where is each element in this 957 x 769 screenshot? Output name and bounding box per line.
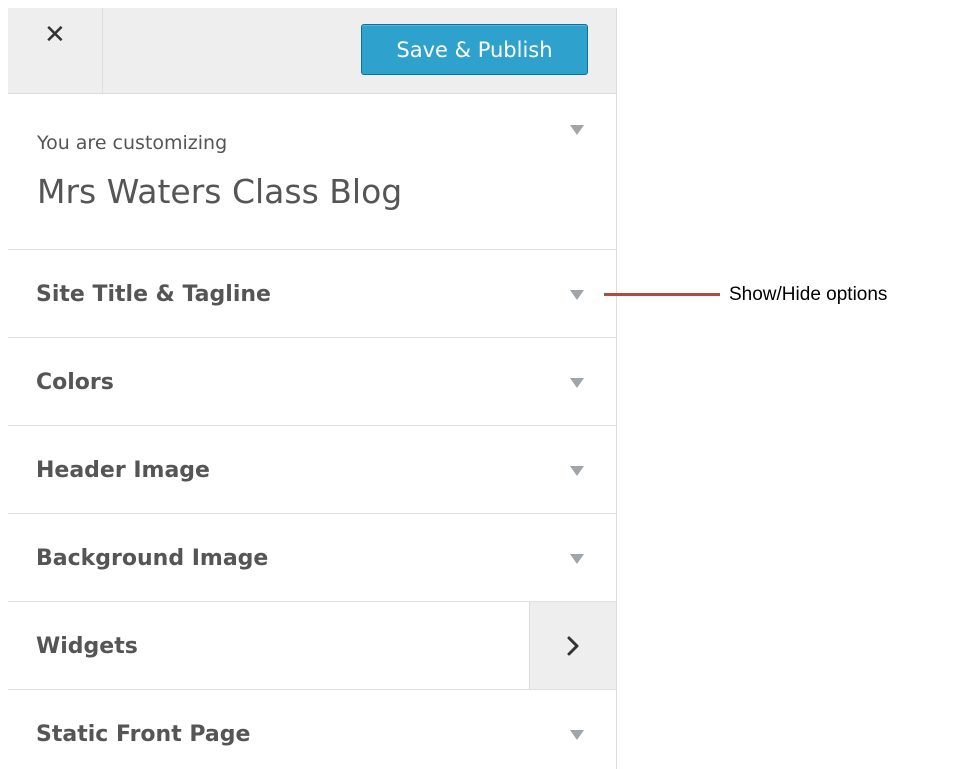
section-header-image[interactable]: Header Image: [8, 426, 616, 514]
customizer-header: ✕ Save & Publish: [8, 8, 616, 94]
down-arrow-icon: [570, 466, 584, 476]
down-arrow-icon: [570, 554, 584, 564]
close-button[interactable]: ✕: [8, 8, 103, 93]
section-label: Static Front Page: [36, 721, 251, 747]
annotation-text: Show/Hide options: [729, 284, 888, 305]
down-arrow-icon: [570, 378, 584, 388]
section-label: Widgets: [36, 633, 138, 659]
customizer-panel: ✕ Save & Publish You are customizing Mrs…: [8, 8, 617, 769]
save-publish-button[interactable]: Save & Publish: [361, 24, 588, 75]
section-colors[interactable]: Colors: [8, 338, 616, 426]
section-label: Header Image: [36, 457, 210, 483]
callout-line: [604, 293, 720, 296]
customizing-label: You are customizing: [37, 132, 228, 154]
section-widgets[interactable]: Widgets: [8, 602, 616, 690]
chevron-right-icon: [567, 636, 579, 655]
section-label: Colors: [36, 369, 114, 395]
down-arrow-icon: [570, 290, 584, 300]
widgets-open-button[interactable]: [529, 602, 616, 689]
customizing-info: You are customizing Mrs Waters Class Blo…: [8, 94, 616, 250]
down-arrow-icon: [570, 730, 584, 740]
section-label: Site Title & Tagline: [36, 281, 271, 307]
section-label: Background Image: [36, 545, 269, 571]
section-site-title-tagline[interactable]: Site Title & Tagline: [8, 250, 616, 338]
info-toggle-arrow-icon[interactable]: [570, 125, 584, 135]
site-name: Mrs Waters Class Blog: [37, 172, 403, 211]
section-static-front-page[interactable]: Static Front Page: [8, 690, 616, 769]
section-background-image[interactable]: Background Image: [8, 514, 616, 602]
close-icon: ✕: [44, 20, 66, 50]
